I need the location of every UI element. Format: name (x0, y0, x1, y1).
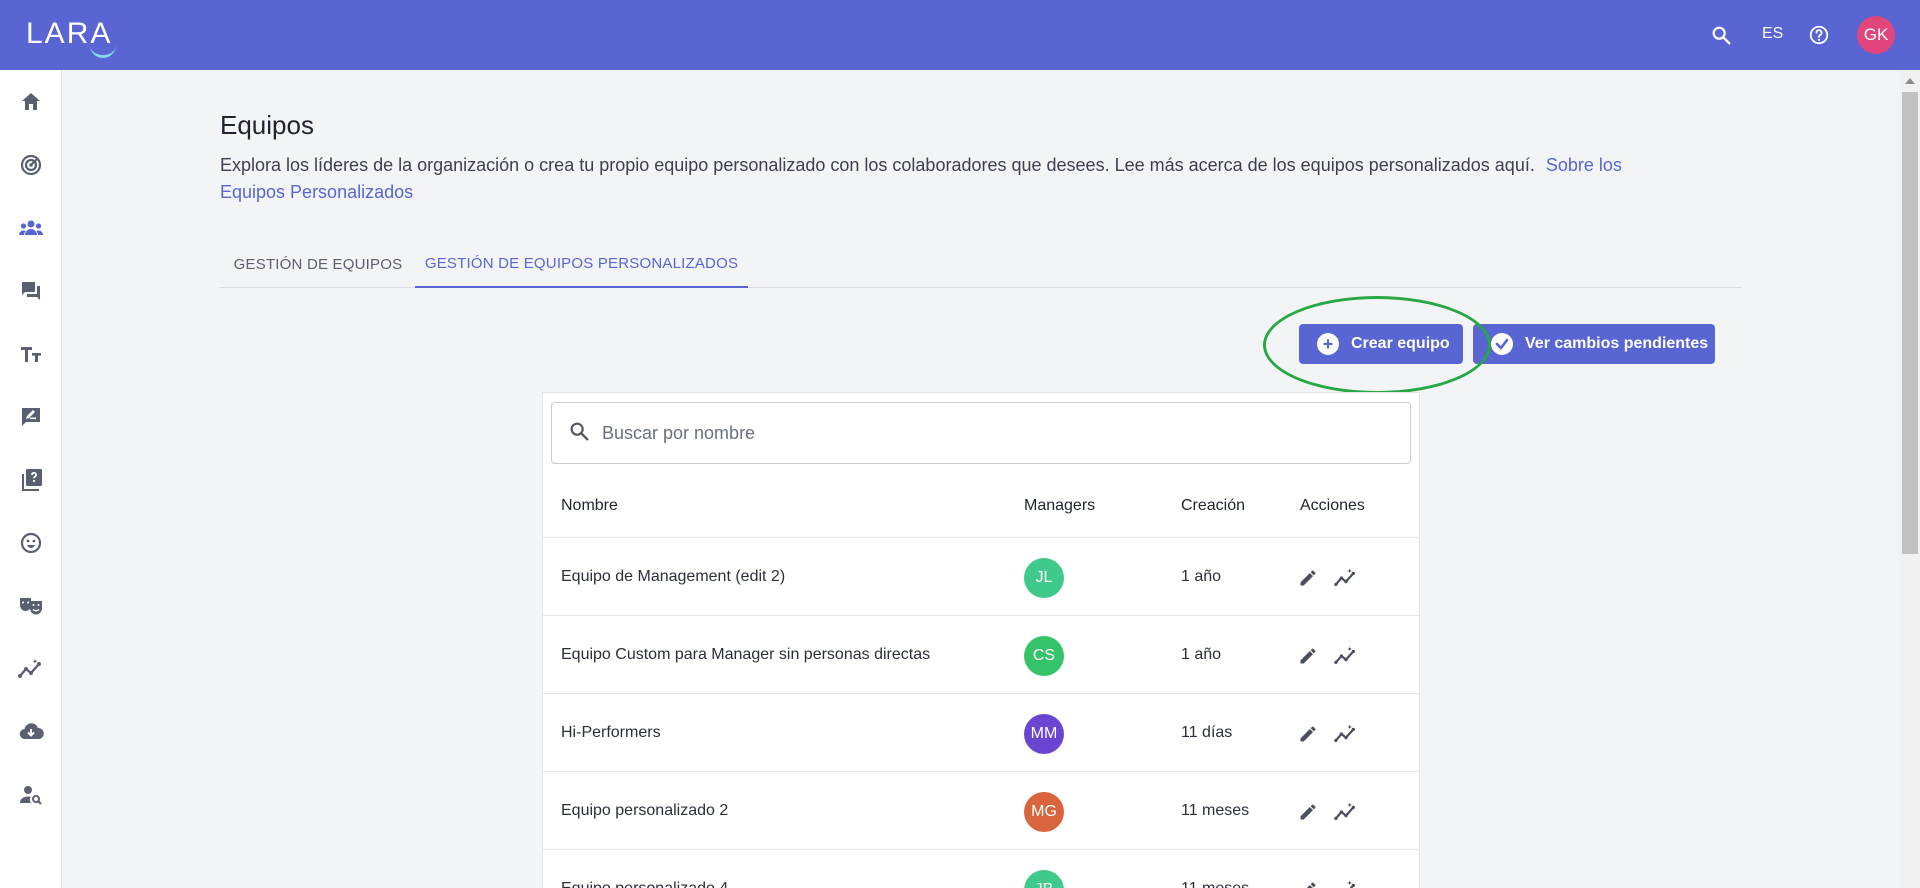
created-time: 11 meses (1181, 850, 1249, 888)
edit-icon[interactable] (1296, 722, 1320, 746)
edit-icon[interactable] (1296, 644, 1320, 668)
insights-icon[interactable] (1334, 722, 1358, 746)
search-icon (568, 420, 590, 447)
created-time: 1 año (1181, 646, 1222, 663)
check-circle-icon (1491, 333, 1513, 355)
manager-avatar[interactable]: MM (1024, 714, 1064, 754)
teams-table-card: Nombre Managers Creación Acciones Equipo… (542, 392, 1420, 888)
table-row[interactable]: Equipo Custom para Manager sin personas … (543, 615, 1419, 693)
column-header-managers[interactable]: Managers (1024, 497, 1095, 515)
scrollbar-thumb[interactable] (1902, 92, 1918, 554)
insights-icon[interactable] (1334, 566, 1358, 590)
edit-icon[interactable] (1296, 878, 1320, 888)
manager-avatar[interactable]: CS (1024, 636, 1064, 676)
smiley-icon[interactable] (18, 530, 44, 556)
pending-changes-button[interactable]: Ver cambios pendientes (1473, 324, 1715, 364)
search-input[interactable] (602, 422, 1382, 444)
logo-swoosh (90, 44, 116, 58)
manager-avatar[interactable]: JB (1024, 870, 1064, 888)
search-icon[interactable] (1708, 22, 1734, 48)
table-row[interactable]: Equipo personalizado 2 MG 11 meses (543, 771, 1419, 849)
insights-icon[interactable] (18, 656, 44, 682)
groups-icon[interactable] (18, 215, 44, 241)
theater-masks-icon[interactable] (18, 593, 44, 619)
team-name[interactable]: Hi-Performers (561, 694, 661, 772)
created-time: 11 días (1181, 724, 1233, 741)
top-bar: LARA ES GK (0, 0, 1920, 70)
person-search-icon[interactable] (18, 782, 44, 808)
text-fields-icon[interactable] (18, 341, 44, 367)
tab-team-management[interactable]: GESTIÓN DE EQUIPOS (220, 240, 416, 288)
home-icon[interactable] (18, 89, 44, 115)
scroll-up-arrow-icon[interactable] (1905, 78, 1915, 84)
insights-icon[interactable] (1334, 800, 1358, 824)
page-title: Equipos (220, 110, 314, 140)
table-row[interactable]: Hi-Performers MM 11 días (543, 693, 1419, 771)
team-name[interactable]: Equipo de Management (edit 2) (561, 538, 785, 616)
tab-bar: GESTIÓN DE EQUIPOS GESTIÓN DE EQUIPOS PE… (220, 240, 1742, 288)
rate-review-icon[interactable] (18, 404, 44, 430)
column-header-created[interactable]: Creación (1181, 497, 1245, 515)
forum-icon[interactable] (18, 278, 44, 304)
manager-avatar[interactable]: MG (1024, 792, 1064, 832)
language-selector[interactable]: ES (1762, 25, 1783, 43)
table-row[interactable]: Equipo de Management (edit 2) JL 1 año (543, 537, 1419, 615)
edit-icon[interactable] (1296, 566, 1320, 590)
team-name[interactable]: Equipo personalizado 4 (561, 850, 728, 888)
column-header-actions: Acciones (1300, 497, 1365, 514)
created-time: 11 meses (1181, 802, 1250, 819)
quiz-icon[interactable] (18, 467, 44, 493)
pending-changes-button-label: Ver cambios pendientes (1525, 335, 1709, 352)
user-avatar[interactable]: GK (1857, 16, 1895, 54)
team-name[interactable]: Equipo personalizado 2 (561, 772, 728, 850)
help-icon[interactable] (1806, 22, 1832, 48)
insights-icon[interactable] (1334, 878, 1358, 888)
page-description-text: Explora los líderes de la organización o… (220, 155, 1535, 175)
search-box[interactable] (551, 402, 1411, 464)
table-row[interactable]: Equipo personalizado 4 JB 11 meses (543, 849, 1419, 888)
manager-avatar[interactable]: JL (1024, 558, 1064, 598)
edit-icon[interactable] (1296, 800, 1320, 824)
page-description: Explora los líderes de la organización o… (220, 152, 1680, 206)
insights-icon[interactable] (1334, 644, 1358, 668)
highlight-circle-annotation (1263, 296, 1491, 394)
created-time: 1 año (1181, 568, 1222, 585)
sidebar (0, 70, 62, 888)
team-name[interactable]: Equipo Custom para Manager sin personas … (561, 616, 930, 694)
column-header-name[interactable]: Nombre (561, 497, 618, 515)
cloud-download-icon[interactable] (18, 719, 44, 745)
tab-custom-team-management[interactable]: GESTIÓN DE EQUIPOS PERSONALIZADOS (415, 240, 748, 288)
radar-icon[interactable] (18, 152, 44, 178)
